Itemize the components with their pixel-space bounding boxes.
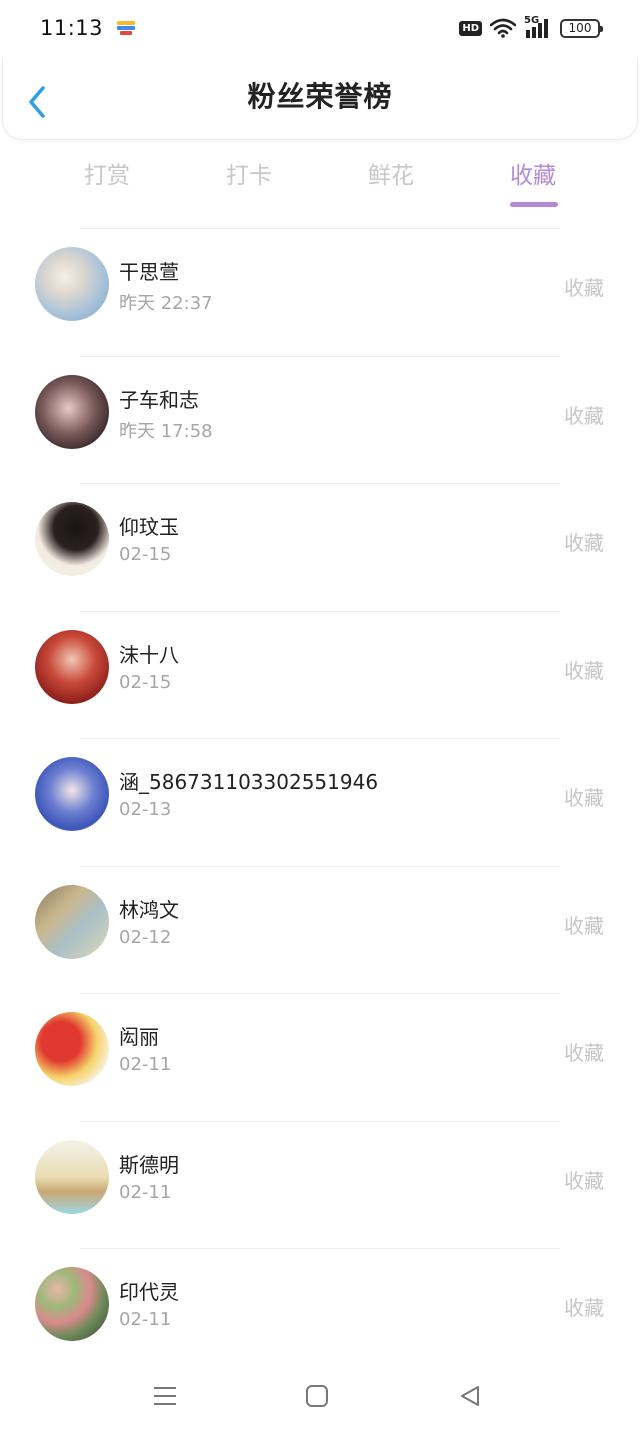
fan-name: 子车和志 xyxy=(119,387,199,412)
menu-icon xyxy=(154,1387,176,1405)
list-item[interactable]: 印代灵 02-11 收藏 xyxy=(0,1248,640,1376)
avatar[interactable] xyxy=(35,374,109,449)
avatar[interactable] xyxy=(35,247,109,321)
list-item[interactable]: 涵_586731103302551946 02-13 收藏 xyxy=(0,738,640,866)
menu-button[interactable] xyxy=(145,1378,185,1414)
hd-icon: HD xyxy=(459,20,482,36)
tab-flowers[interactable]: 鲜花 xyxy=(331,156,451,212)
fan-name: 干思萱 xyxy=(119,260,179,284)
fan-list: 干思萱 昨天 22:37 收藏 子车和志 昨天 17:58 收藏 仰玟玉 02-… xyxy=(0,228,640,1376)
divider xyxy=(80,738,560,739)
fan-name: 印代灵 xyxy=(119,1280,179,1304)
page-title: 粉丝荣誉榜 xyxy=(247,79,393,113)
active-tab-indicator xyxy=(510,202,558,207)
fan-name: 闳丽 xyxy=(119,1025,159,1049)
list-item[interactable]: 子车和志 昨天 17:58 收藏 xyxy=(0,355,640,484)
fan-action: 收藏 xyxy=(564,276,604,300)
fan-time: 02-13 xyxy=(119,799,172,820)
list-item[interactable]: 斯德明 02-11 收藏 xyxy=(0,1120,640,1249)
home-icon xyxy=(306,1385,328,1407)
divider xyxy=(80,993,560,994)
list-item[interactable]: 闳丽 02-11 收藏 xyxy=(0,993,640,1121)
back-triangle-icon xyxy=(461,1386,479,1406)
fan-time: 02-12 xyxy=(119,926,172,948)
fan-action: 收藏 xyxy=(564,913,604,938)
avatar[interactable] xyxy=(35,884,109,959)
divider xyxy=(80,355,560,357)
divider xyxy=(80,1248,560,1249)
fan-action: 收藏 xyxy=(564,1296,604,1320)
fan-time: 昨天 22:37 xyxy=(119,293,213,314)
back-nav-button[interactable] xyxy=(450,1378,490,1414)
tab-favorites[interactable]: 收藏 xyxy=(473,156,593,212)
chevron-left-icon xyxy=(29,86,45,118)
battery-level: 100 xyxy=(568,21,592,35)
status-time: 11:13 xyxy=(40,16,104,40)
fan-action: 收藏 xyxy=(564,403,604,428)
status-bar: 11:13 HD 5G 100 xyxy=(0,0,640,56)
fan-action: 收藏 xyxy=(564,658,604,683)
avatar[interactable] xyxy=(35,629,109,704)
app-notification-icon xyxy=(117,20,136,36)
list-item[interactable]: 仰玟玉 02-15 收藏 xyxy=(0,483,640,611)
list-item[interactable]: 林鸿文 02-12 收藏 xyxy=(0,865,640,994)
fan-action: 收藏 xyxy=(564,1041,604,1065)
tab-label: 鲜花 xyxy=(368,163,414,189)
list-item[interactable]: 沫十八 02-15 收藏 xyxy=(0,610,640,739)
avatar[interactable] xyxy=(35,502,109,576)
avatar[interactable] xyxy=(35,1267,109,1341)
fan-action: 收藏 xyxy=(564,786,604,810)
fan-name: 仰玟玉 xyxy=(119,515,179,539)
tab-label: 打赏 xyxy=(84,163,130,189)
tab-label: 收藏 xyxy=(510,163,556,189)
home-button[interactable] xyxy=(297,1378,337,1414)
fan-name: 林鸿文 xyxy=(119,897,179,922)
divider xyxy=(80,1120,560,1122)
tab-checkin[interactable]: 打卡 xyxy=(189,156,309,212)
fan-time: 02-11 xyxy=(119,1309,172,1330)
fan-time: 02-11 xyxy=(119,1054,172,1075)
header: 粉丝荣誉榜 xyxy=(2,58,638,140)
tab-reward[interactable]: 打赏 xyxy=(47,156,167,212)
fan-action: 收藏 xyxy=(564,531,604,555)
battery-icon: 100 xyxy=(560,18,603,38)
divider xyxy=(80,865,560,867)
divider xyxy=(80,610,560,612)
divider xyxy=(80,228,560,229)
back-button[interactable] xyxy=(23,84,51,120)
fan-time: 02-15 xyxy=(119,671,172,693)
fan-time: 02-11 xyxy=(119,1181,172,1203)
avatar[interactable] xyxy=(35,1139,109,1214)
divider xyxy=(80,483,560,484)
fan-action: 收藏 xyxy=(564,1168,604,1193)
wifi-icon xyxy=(490,18,516,38)
fan-name: 斯德明 xyxy=(119,1152,179,1177)
cellular-signal-icon: 5G xyxy=(524,15,552,39)
list-item[interactable]: 干思萱 昨天 22:37 收藏 xyxy=(0,228,640,356)
avatar[interactable] xyxy=(35,1012,109,1086)
fan-time: 02-15 xyxy=(119,544,172,565)
fan-time: 昨天 17:58 xyxy=(119,420,213,442)
tab-bar: 打赏 打卡 鲜花 收藏 xyxy=(0,148,640,218)
system-nav-bar xyxy=(0,1360,640,1433)
fan-name: 涵_586731103302551946 xyxy=(119,770,379,794)
tab-label: 打卡 xyxy=(226,163,272,189)
fan-name: 沫十八 xyxy=(119,642,179,667)
avatar[interactable] xyxy=(35,757,109,831)
